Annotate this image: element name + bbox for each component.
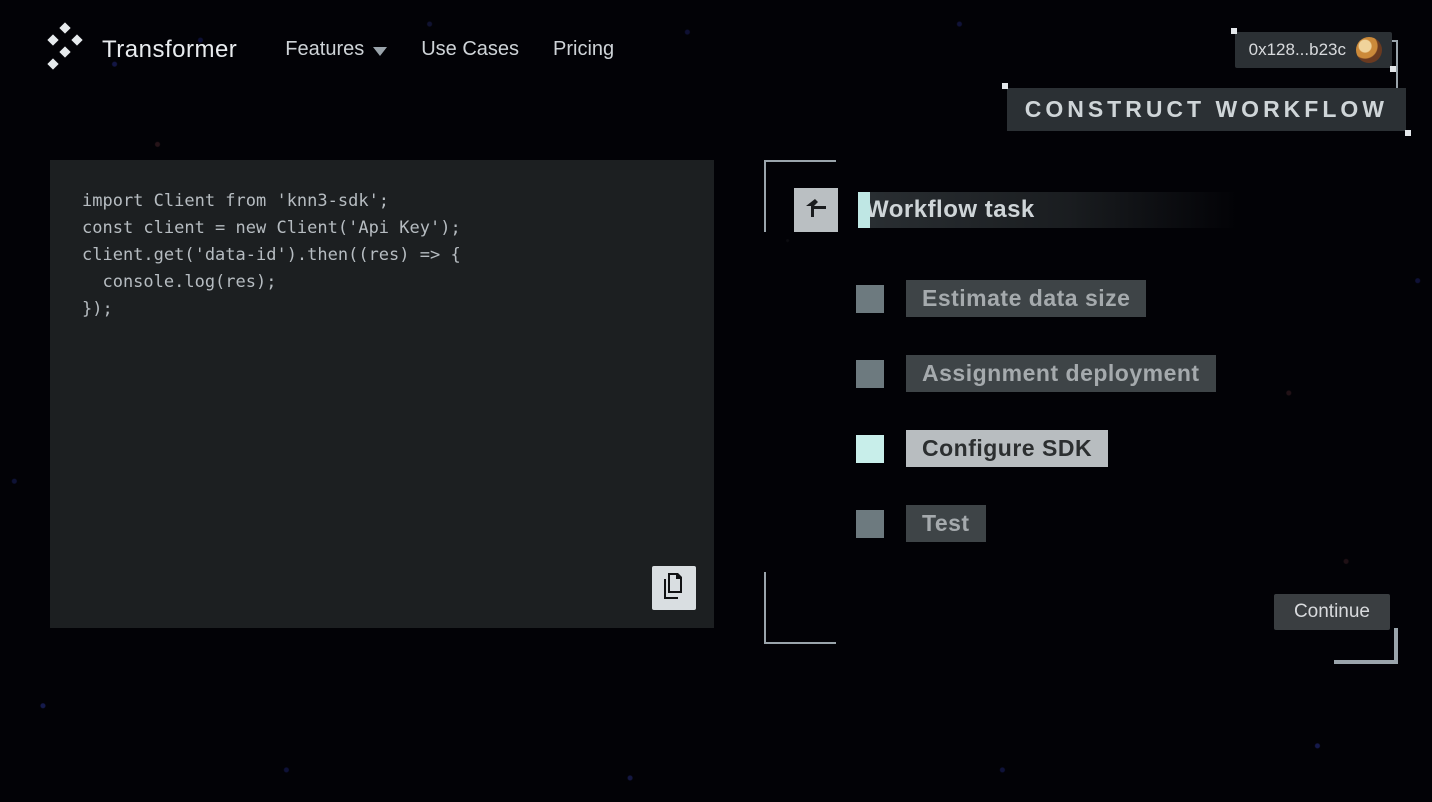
workflow-panel: Workflow task Estimate data size Assignm… — [764, 160, 1376, 644]
copy-code-button[interactable] — [652, 566, 696, 610]
task-status-indicator — [856, 360, 884, 388]
avatar-icon — [1356, 37, 1382, 63]
task-configure-sdk[interactable]: Configure SDK — [856, 430, 1216, 467]
wallet-address: 0x128...b23c — [1249, 40, 1346, 60]
task-label: Estimate data size — [906, 280, 1146, 317]
brand-name: Transformer — [102, 36, 237, 64]
task-label: Configure SDK — [906, 430, 1108, 467]
task-status-indicator — [856, 285, 884, 313]
top-nav: Transformer Features Use Cases Pricing 0… — [0, 0, 1432, 77]
nav-pricing-label: Pricing — [553, 38, 614, 61]
nav-use-cases[interactable]: Use Cases — [421, 38, 519, 61]
code-line: console.log(res); — [82, 269, 682, 296]
task-label: Assignment deployment — [906, 355, 1216, 392]
frame-corner — [1334, 628, 1398, 664]
task-status-indicator — [856, 510, 884, 538]
construct-workflow-banner[interactable]: CONSTRUCT WORKFLOW — [1007, 88, 1406, 131]
nav-pricing[interactable]: Pricing — [553, 38, 614, 61]
task-test[interactable]: Test — [856, 505, 1216, 542]
continue-button[interactable]: Continue — [1274, 594, 1390, 630]
code-line: }); — [82, 296, 682, 323]
nav-use-cases-label: Use Cases — [421, 38, 519, 61]
code-line: const client = new Client('Api Key'); — [82, 215, 682, 242]
workflow-task-list: Estimate data size Assignment deployment… — [856, 280, 1216, 542]
title-accent — [858, 192, 870, 228]
chevron-down-icon — [373, 47, 387, 56]
corner-decoration — [1231, 28, 1237, 34]
corner-decoration — [1390, 66, 1396, 72]
task-estimate-data-size[interactable]: Estimate data size — [856, 280, 1216, 317]
logo-icon — [40, 22, 90, 77]
frame-corner — [764, 572, 836, 644]
code-line: client.get('data-id').then((res) => { — [82, 242, 682, 269]
corner-decoration — [1002, 83, 1008, 89]
copy-icon — [662, 573, 686, 603]
code-panel: import Client from 'knn3-sdk'; const cli… — [50, 160, 714, 628]
continue-label: Continue — [1294, 601, 1370, 622]
construct-workflow-label: CONSTRUCT WORKFLOW — [1025, 96, 1388, 123]
task-assignment-deployment[interactable]: Assignment deployment — [856, 355, 1216, 392]
task-status-indicator — [856, 435, 884, 463]
back-button[interactable] — [794, 188, 838, 232]
workflow-title-wrap: Workflow task — [858, 192, 1238, 228]
code-line: import Client from 'knn3-sdk'; — [82, 188, 682, 215]
task-label: Test — [906, 505, 986, 542]
back-arrow-icon — [804, 197, 828, 224]
wallet-button[interactable]: 0x128...b23c — [1235, 32, 1392, 68]
nav-links: Features Use Cases Pricing — [285, 38, 614, 61]
nav-features-label: Features — [285, 38, 364, 61]
corner-decoration — [1405, 130, 1411, 136]
workflow-title: Workflow task — [864, 196, 1035, 224]
brand-logo[interactable]: Transformer — [40, 22, 237, 77]
main-content: import Client from 'knn3-sdk'; const cli… — [50, 160, 1376, 662]
workflow-header: Workflow task — [794, 188, 1238, 232]
nav-features[interactable]: Features — [285, 38, 387, 61]
